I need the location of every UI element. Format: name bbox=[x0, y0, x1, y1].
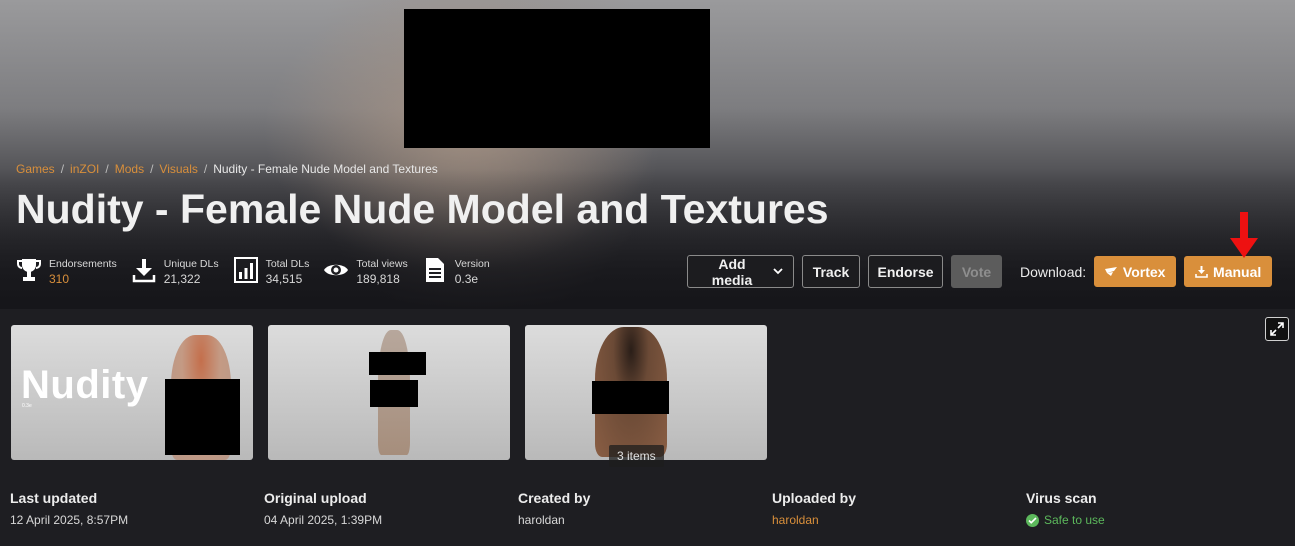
breadcrumb-mods[interactable]: Mods bbox=[115, 162, 144, 176]
file-metadata: Last updated 12 April 2025, 8:57PM Origi… bbox=[10, 490, 1280, 527]
add-media-button[interactable]: Add media bbox=[687, 255, 794, 288]
annotation-arrow-icon bbox=[1230, 212, 1258, 258]
meta-value: 04 April 2025, 1:39PM bbox=[264, 513, 383, 527]
chevron-down-icon bbox=[773, 268, 783, 275]
redaction-block bbox=[370, 380, 418, 407]
virus-scan-value: Safe to use bbox=[1044, 513, 1105, 527]
check-circle-icon bbox=[1026, 513, 1039, 527]
download-label: Download: bbox=[1020, 263, 1087, 280]
redaction-block bbox=[165, 379, 240, 455]
meta-created-by: Created by haroldan bbox=[518, 490, 772, 527]
stat-label: Total views bbox=[356, 258, 408, 270]
vortex-label: Vortex bbox=[1122, 263, 1166, 280]
stat-endorsements: Endorsements 310 bbox=[16, 256, 117, 286]
stat-value: 34,515 bbox=[265, 272, 303, 286]
breadcrumb-games[interactable]: Games bbox=[16, 162, 55, 176]
download-icon bbox=[131, 256, 157, 284]
breadcrumb: Games / inZOI / Mods / Visuals / Nudity - Fe… bbox=[16, 162, 438, 176]
vortex-icon bbox=[1104, 266, 1117, 277]
redaction-block bbox=[592, 381, 669, 414]
stat-value: 21,322 bbox=[163, 272, 201, 286]
eye-icon bbox=[323, 256, 349, 284]
breadcrumb-inzoi[interactable]: inZOI bbox=[70, 162, 99, 176]
meta-label: Original upload bbox=[264, 490, 367, 506]
meta-label: Virus scan bbox=[1026, 490, 1097, 506]
page-title: Nudity - Female Nude Model and Textures bbox=[16, 186, 829, 232]
gallery-thumbnail[interactable] bbox=[525, 325, 767, 460]
expand-icon bbox=[1270, 322, 1284, 336]
stat-unique-dls: Unique DLs 21,322 bbox=[131, 256, 219, 286]
stat-total-views: Total views 189,818 bbox=[323, 256, 408, 286]
thumbnail-title: Nudity bbox=[21, 363, 149, 407]
expand-gallery-button[interactable] bbox=[1265, 317, 1289, 341]
meta-label: Uploaded by bbox=[772, 490, 857, 506]
meta-value: haroldan bbox=[518, 513, 565, 527]
vortex-download-button[interactable]: Vortex bbox=[1094, 256, 1177, 287]
meta-uploaded-by: Uploaded by haroldan bbox=[772, 490, 1026, 527]
stat-value: 189,818 bbox=[356, 272, 400, 286]
stat-label: Total DLs bbox=[265, 258, 310, 270]
stat-value: 0.3e bbox=[454, 272, 479, 286]
document-icon bbox=[422, 256, 448, 284]
endorse-button[interactable]: Endorse bbox=[868, 255, 943, 288]
meta-last-updated: Last updated 12 April 2025, 8:57PM bbox=[10, 490, 264, 527]
stat-label: Version bbox=[454, 258, 490, 270]
breadcrumb-visuals[interactable]: Visuals bbox=[159, 162, 197, 176]
breadcrumb-separator: / bbox=[60, 162, 65, 176]
action-bar: Add media Track Endorse Vote Download: V… bbox=[687, 255, 1273, 288]
redaction-block bbox=[369, 352, 426, 375]
redaction-block bbox=[404, 9, 710, 148]
breadcrumb-separator: / bbox=[150, 162, 154, 176]
add-media-label: Add media bbox=[711, 255, 753, 288]
stat-total-dls: Total DLs 34,515 bbox=[233, 256, 310, 286]
meta-label: Created by bbox=[518, 490, 591, 506]
stat-value[interactable]: 310 bbox=[49, 272, 117, 286]
meta-value: 12 April 2025, 8:57PM bbox=[10, 513, 129, 527]
vote-button[interactable]: Vote bbox=[951, 255, 1002, 288]
meta-original-upload: Original upload 04 April 2025, 1:39PM bbox=[264, 490, 518, 527]
stat-label: Unique DLs bbox=[163, 258, 219, 270]
meta-label: Last updated bbox=[10, 490, 98, 506]
gallery-count-badge[interactable]: 3 items bbox=[609, 445, 664, 467]
stats-bar: Endorsements 310 Unique DLs 21,322 Total D… bbox=[16, 256, 504, 286]
manual-label: Manual bbox=[1213, 263, 1262, 280]
stat-label: Endorsements bbox=[49, 258, 117, 270]
uploader-link[interactable]: haroldan bbox=[772, 513, 1026, 527]
meta-virus-scan: Virus scan Safe to use bbox=[1026, 490, 1280, 527]
bar-chart-icon bbox=[233, 256, 259, 284]
breadcrumb-separator: / bbox=[203, 162, 208, 176]
download-icon bbox=[1195, 265, 1208, 278]
track-button[interactable]: Track bbox=[802, 255, 860, 288]
trophy-icon bbox=[16, 256, 42, 284]
breadcrumb-current: Nudity - Female Nude Model and Textures bbox=[213, 162, 438, 176]
image-gallery: Nudity 0.3e bbox=[11, 325, 767, 460]
gallery-thumbnail[interactable] bbox=[268, 325, 510, 460]
thumbnail-version: 0.3e bbox=[22, 403, 32, 409]
stat-version: Version 0.3e bbox=[422, 256, 490, 286]
virus-scan-status[interactable]: Safe to use bbox=[1026, 513, 1280, 527]
breadcrumb-separator: / bbox=[105, 162, 109, 176]
gallery-thumbnail[interactable]: Nudity 0.3e bbox=[11, 325, 253, 460]
